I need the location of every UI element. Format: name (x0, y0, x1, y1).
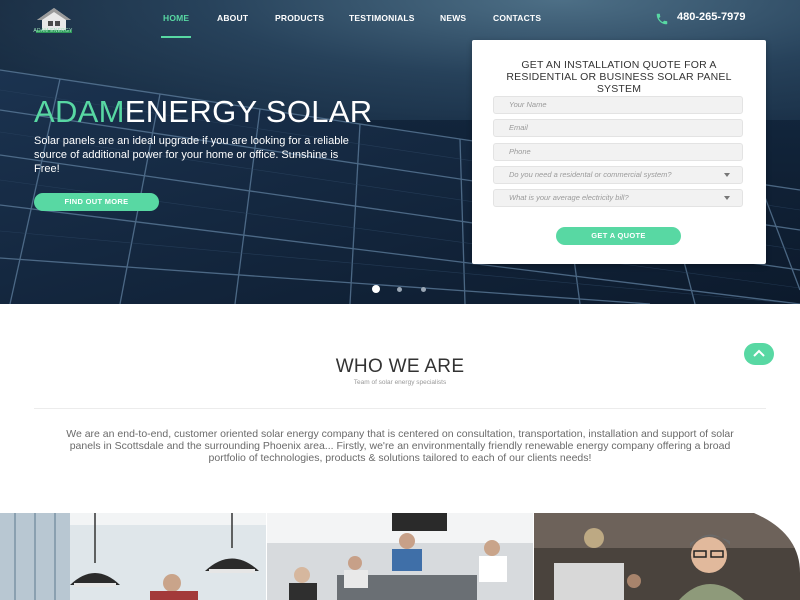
phone-number[interactable]: 480-265-7979 (677, 11, 746, 23)
get-a-quote-button[interactable]: GET A QUOTE (556, 227, 681, 245)
chevron-down-icon (724, 196, 730, 200)
quote-form: GET AN INSTALLATION QUOTE FOR A RESIDENT… (472, 40, 766, 264)
slider-dot-1[interactable] (372, 285, 380, 293)
nav-about[interactable]: ABOUT (217, 13, 248, 23)
electricity-bill-select-label: What is your average electricity bill? (509, 193, 629, 202)
about-text: We are an end-to-end, customer oriented … (66, 428, 734, 464)
nav-news[interactable]: NEWS (440, 13, 466, 23)
quote-form-title: GET AN INSTALLATION QUOTE FOR A RESIDENT… (506, 59, 732, 95)
chevron-up-icon (753, 349, 765, 357)
system-type-select[interactable]: Do you need a residental or commercial s… (493, 166, 743, 184)
phone-field[interactable]: Phone (493, 143, 743, 161)
nav-testimonials[interactable]: TESTIMONIALS (349, 13, 415, 23)
office-photo-2 (267, 513, 533, 600)
nav-products[interactable]: PRODUCTS (275, 13, 324, 23)
name-field[interactable]: Your Name (493, 96, 743, 114)
chevron-down-icon (724, 173, 730, 177)
section-title: WHO WE ARE (335, 356, 465, 377)
electricity-bill-select[interactable]: What is your average electricity bill? (493, 189, 743, 207)
nav-active-underline (161, 36, 191, 38)
phone-icon (656, 13, 668, 25)
nav-home[interactable]: HOME (163, 13, 189, 23)
slider-dot-3[interactable] (421, 287, 426, 292)
section-divider (34, 408, 766, 409)
find-out-more-button[interactable]: FIND OUT MORE (34, 193, 159, 211)
hero-title-rest: ENERGY SOLAR (124, 94, 373, 129)
slider-dot-2[interactable] (397, 287, 402, 292)
system-type-select-label: Do you need a residental or commercial s… (509, 170, 672, 179)
office-photo-3 (534, 513, 800, 600)
nav-contacts[interactable]: CONTACTS (493, 13, 541, 23)
office-photo-1 (0, 513, 266, 600)
section-subtitle: Team of solar energy specialists (353, 379, 447, 386)
hero-title: ADAMENERGY SOLAR (34, 94, 372, 130)
hero-description: Solar panels are an ideal upgrade if you… (34, 135, 349, 175)
hero-title-accent: ADAM (34, 94, 125, 129)
email-field[interactable]: Email (493, 119, 743, 137)
scroll-to-top-button[interactable] (744, 343, 774, 365)
logo-text: ADAM ENERGY (33, 28, 73, 34)
